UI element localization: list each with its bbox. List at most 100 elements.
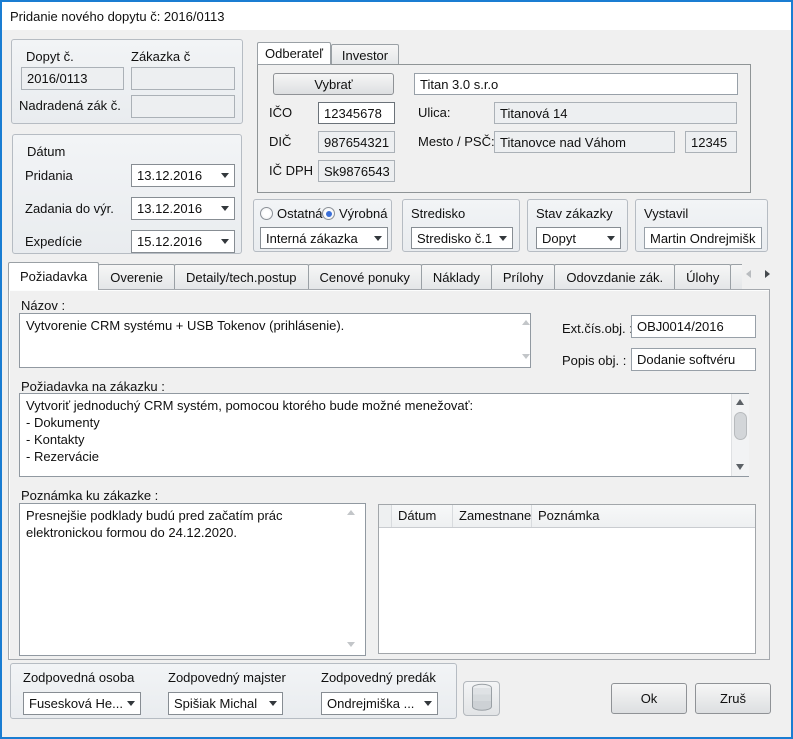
- scroll-down-icon[interactable]: [522, 354, 530, 359]
- tab-investor[interactable]: Investor: [331, 44, 399, 65]
- stredisko-dropdown[interactable]: Stredisko č.1: [411, 227, 513, 249]
- date-group: Dátum Pridania 13.12.2016 Zadania do výr…: [12, 134, 242, 254]
- ok-button[interactable]: Ok: [611, 683, 687, 714]
- zadania-date-dropdown[interactable]: 13.12.2016: [131, 197, 235, 220]
- chevron-down-icon: [374, 236, 382, 241]
- zadania-label: Zadania do výr.: [25, 201, 114, 216]
- ico-label: IČO: [269, 105, 292, 120]
- chevron-down-icon: [499, 236, 507, 241]
- main-tab-strip: Požiadavka Overenie Detaily/tech.postup …: [8, 262, 742, 290]
- poznamka-label: Poznámka ku zákazke :: [21, 488, 158, 503]
- predak-label: Zodpovedný predák: [321, 670, 436, 685]
- scroll-down-icon[interactable]: [736, 464, 744, 470]
- osoba-dropdown[interactable]: Fusesková He...: [23, 692, 141, 715]
- zadania-date-value: 13.12.2016: [137, 201, 217, 216]
- poznamka-textarea[interactable]: Presnejšie podklady budú pred začatím pr…: [19, 503, 366, 656]
- notes-table-header: Dátum Zamestnanec Poznámka: [379, 505, 755, 528]
- scroll-up-icon[interactable]: [522, 320, 530, 325]
- pridania-date-value: 13.12.2016: [137, 168, 217, 183]
- chevron-down-icon: [269, 701, 277, 706]
- stav-group: Stav zákazky Dopyt: [527, 199, 628, 252]
- tab-znalosti[interactable]: Znalost: [730, 264, 742, 290]
- mesto-field[interactable]: [494, 131, 675, 153]
- radio-circle-icon: [260, 207, 273, 220]
- radio-circle-selected-icon: [322, 207, 335, 220]
- stav-value: Dopyt: [542, 231, 603, 246]
- tab-ulohy[interactable]: Úlohy: [674, 264, 731, 290]
- scroll-up-icon[interactable]: [347, 510, 355, 515]
- title-bar: Pridanie nového dopytu č: 2016/0113: [2, 2, 791, 30]
- predak-value: Ondrejmiška ...: [327, 696, 420, 711]
- poziadavka-textarea[interactable]: Vytvoriť jednoduchý CRM systém, pomocou …: [19, 393, 749, 477]
- dopyt-number-field[interactable]: [21, 67, 124, 90]
- chevron-down-icon: [221, 206, 229, 211]
- pridania-date-dropdown[interactable]: 13.12.2016: [131, 164, 235, 187]
- dopyt-label: Dopyt č.: [26, 49, 74, 64]
- order-numbers-group: Dopyt č. Zákazka č Nadradená zák č.: [11, 39, 243, 124]
- dic-label: DIČ: [269, 134, 291, 149]
- window-title: Pridanie nového dopytu č: 2016/0113: [10, 9, 224, 24]
- chevron-down-icon: [607, 236, 615, 241]
- database-button[interactable]: [463, 681, 500, 716]
- tab-cenove-ponuky[interactable]: Cenové ponuky: [308, 264, 422, 290]
- row-selector-column[interactable]: [379, 505, 392, 527]
- icdph-field[interactable]: [318, 160, 395, 182]
- psc-field[interactable]: [685, 131, 737, 153]
- chevron-down-icon: [127, 701, 135, 706]
- vybrat-button[interactable]: Vybrať: [273, 73, 394, 95]
- order-type-dropdown[interactable]: Interná zákazka: [260, 227, 388, 249]
- nadradena-label: Nadradená zák č.: [19, 98, 121, 113]
- scrollbar-thumb[interactable]: [734, 412, 747, 440]
- osoba-label: Zodpovedná osoba: [23, 670, 134, 685]
- tab-scroll-right-icon[interactable]: [765, 270, 770, 278]
- stav-dropdown[interactable]: Dopyt: [536, 227, 621, 249]
- company-field[interactable]: [414, 73, 738, 95]
- scrollbar[interactable]: [731, 394, 749, 476]
- tab-scroll-left-icon: [746, 270, 751, 278]
- scroll-down-icon[interactable]: [347, 642, 355, 647]
- mesto-label: Mesto / PSČ:: [418, 134, 495, 149]
- stredisko-group: Stredisko Stredisko č.1: [402, 199, 520, 252]
- tab-odovzdanie[interactable]: Odovzdanie zák.: [554, 264, 675, 290]
- ulica-field[interactable]: [494, 102, 737, 124]
- order-type-value: Interná zákazka: [266, 231, 370, 246]
- pridania-label: Pridania: [25, 168, 73, 183]
- tab-naklady[interactable]: Náklady: [421, 264, 492, 290]
- poziadavka-panel: Názov : Vytvorenie CRM systému + USB Tok…: [8, 289, 770, 660]
- ext-cis-obj-field[interactable]: [631, 315, 756, 338]
- majster-dropdown[interactable]: Spišiak Michal: [168, 692, 283, 715]
- radio-ostatna-label: Ostatná: [277, 206, 323, 221]
- column-header-datum[interactable]: Dátum: [392, 505, 453, 527]
- scroll-up-icon[interactable]: [736, 399, 744, 405]
- zakazka-number-field[interactable]: [131, 67, 235, 90]
- column-header-poznamka[interactable]: Poznámka: [532, 505, 755, 527]
- zakazka-label: Zákazka č: [131, 49, 190, 64]
- stredisko-title: Stredisko: [411, 206, 465, 221]
- tab-overenie[interactable]: Overenie: [98, 264, 175, 290]
- responsible-group: Zodpovedná osoba Zodpovedný majster Zodp…: [10, 663, 457, 719]
- ico-field[interactable]: [318, 102, 395, 124]
- predak-dropdown[interactable]: Ondrejmiška ...: [321, 692, 438, 715]
- vystavil-title: Vystavil: [644, 206, 688, 221]
- tab-prilohy[interactable]: Prílohy: [491, 264, 555, 290]
- popis-obj-field[interactable]: [631, 348, 756, 371]
- osoba-value: Fusesková He...: [29, 696, 123, 711]
- ulica-label: Ulica:: [418, 105, 451, 120]
- tab-odberatel[interactable]: Odberateľ: [257, 42, 331, 65]
- vystavil-field[interactable]: [644, 227, 762, 249]
- majster-value: Spišiak Michal: [174, 696, 265, 711]
- nadradena-field[interactable]: [131, 95, 235, 118]
- dic-field[interactable]: [318, 131, 395, 153]
- order-type-group: Ostatná Výrobná Interná zákazka: [253, 199, 392, 252]
- radio-vyrobna[interactable]: Výrobná: [322, 206, 387, 221]
- expedicie-date-dropdown[interactable]: 15.12.2016: [131, 230, 235, 253]
- date-group-title: Dátum: [27, 144, 65, 159]
- nazov-textarea[interactable]: Vytvorenie CRM systému + USB Tokenov (pr…: [19, 313, 531, 368]
- column-header-zamestnanec[interactable]: Zamestnanec: [453, 505, 532, 527]
- cancel-button[interactable]: Zruš: [695, 683, 771, 714]
- tab-poziadavka[interactable]: Požiadavka: [8, 262, 99, 290]
- tab-detaily[interactable]: Detaily/tech.postup: [174, 264, 309, 290]
- nazov-label: Názov :: [21, 298, 65, 313]
- vystavil-group: Vystavil: [635, 199, 768, 252]
- radio-ostatna[interactable]: Ostatná: [260, 206, 323, 221]
